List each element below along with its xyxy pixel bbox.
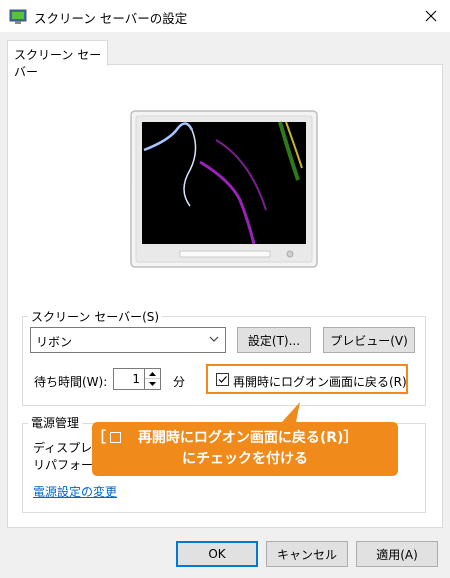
callout-bracket-close: ］ bbox=[343, 430, 358, 446]
settings-button-label: 設定(T)... bbox=[247, 333, 301, 348]
apply-button-label: 適用(A) bbox=[376, 547, 418, 562]
callout-line1: ［ 再開時にログオン画面に戻る(R)］ bbox=[92, 427, 398, 447]
wait-unit-label: 分 bbox=[173, 375, 186, 389]
close-button[interactable] bbox=[418, 4, 444, 28]
power-group-label: 電源管理 bbox=[28, 414, 83, 431]
wait-time-label: 待ち時間(W): bbox=[34, 375, 108, 389]
chevron-down-icon bbox=[209, 336, 219, 342]
title-bar: スクリーン セーバーの設定 bbox=[0, 0, 450, 32]
checkbox-mark-icon bbox=[110, 432, 121, 443]
power-settings-link[interactable]: 電源設定の変更 bbox=[33, 483, 117, 500]
apply-button[interactable]: 適用(A) bbox=[356, 541, 438, 567]
preview-button[interactable]: プレビュー(V) bbox=[323, 327, 415, 353]
callout-bracket-open: ［ bbox=[92, 430, 106, 446]
spin-up-button[interactable] bbox=[145, 369, 160, 379]
resume-logon-checkbox[interactable] bbox=[216, 373, 229, 386]
screensaver-select[interactable]: リボン bbox=[30, 327, 226, 353]
screensaver-selected-value: リボン bbox=[36, 335, 73, 349]
cancel-button[interactable]: キャンセル bbox=[266, 541, 348, 567]
screensaver-app-icon bbox=[9, 9, 27, 24]
monitor-preview-image bbox=[130, 110, 318, 268]
checkmark-icon bbox=[218, 376, 227, 383]
tab-screensaver[interactable]: スクリーン セーバー bbox=[7, 40, 108, 79]
ok-button-label: OK bbox=[208, 547, 226, 561]
window-title: スクリーン セーバーの設定 bbox=[34, 11, 188, 26]
callout-line2: にチェックを付ける bbox=[182, 451, 308, 467]
screensaver-group-label: スクリーン セーバー(S) bbox=[28, 308, 163, 325]
settings-button[interactable]: 設定(T)... bbox=[237, 327, 311, 353]
resume-logon-checkbox-label[interactable]: 再開時にログオン画面に戻る(R) bbox=[233, 373, 407, 390]
wait-time-input[interactable]: 1 bbox=[113, 368, 145, 390]
triangle-up-icon bbox=[149, 371, 156, 376]
ok-button[interactable]: OK bbox=[176, 541, 258, 567]
spin-down-button[interactable] bbox=[145, 379, 160, 389]
wait-time-spinner bbox=[145, 368, 161, 390]
cancel-button-label: キャンセル bbox=[276, 547, 337, 562]
callout-line1-text: 再開時にログオン画面に戻る(R) bbox=[137, 430, 344, 446]
triangle-down-icon bbox=[149, 382, 156, 386]
close-icon bbox=[425, 10, 437, 22]
preview-button-label: プレビュー(V) bbox=[330, 333, 408, 348]
